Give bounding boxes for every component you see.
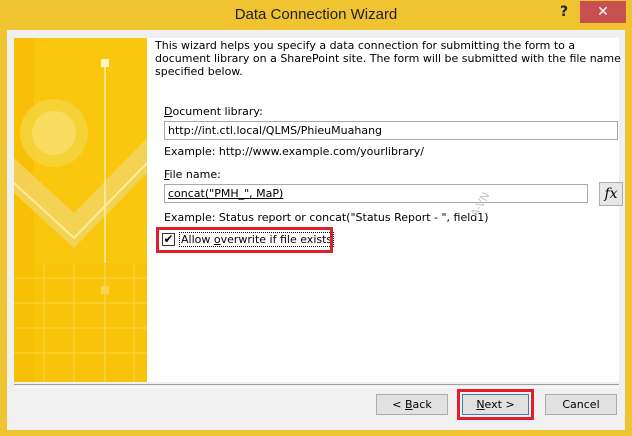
button-divider — [14, 384, 619, 388]
dialog-window: Data Connection Wizard ? ✕ This wizard h… — [0, 0, 632, 436]
file-name-value: concat("PMH_", MaP) — [168, 187, 284, 200]
title-bar[interactable]: Data Connection Wizard ? ✕ — [0, 0, 632, 30]
document-library-example: Example: http://www.example.com/yourlibr… — [164, 145, 424, 158]
file-name-input[interactable]: concat("PMH_", MaP) — [164, 184, 588, 203]
file-name-example: Example: Status report or concat("Status… — [164, 211, 489, 224]
file-name-label: File name: — [164, 168, 221, 181]
dialog-client-area: This wizard helps you specify a data con… — [7, 30, 625, 430]
highlight-overwrite-box — [156, 227, 333, 253]
banner-graphic — [14, 38, 147, 382]
back-button[interactable]: < Back — [376, 394, 448, 415]
highlight-next-box — [457, 389, 534, 420]
intro-text: This wizard helps you specify a data con… — [155, 39, 621, 78]
help-button[interactable]: ? — [549, 1, 579, 23]
insert-formula-button[interactable]: fx — [599, 182, 623, 206]
document-library-label: Document library: — [164, 105, 263, 118]
dialog-title: Data Connection Wizard — [234, 6, 398, 23]
wizard-banner-image — [14, 38, 147, 382]
wizard-content-panel: This wizard helps you specify a data con… — [147, 38, 623, 382]
document-library-input[interactable]: http://int.ctl.local/QLMS/PhieuMuahang — [164, 121, 618, 140]
close-button[interactable]: ✕ — [580, 1, 626, 23]
cancel-button[interactable]: Cancel — [545, 394, 617, 415]
